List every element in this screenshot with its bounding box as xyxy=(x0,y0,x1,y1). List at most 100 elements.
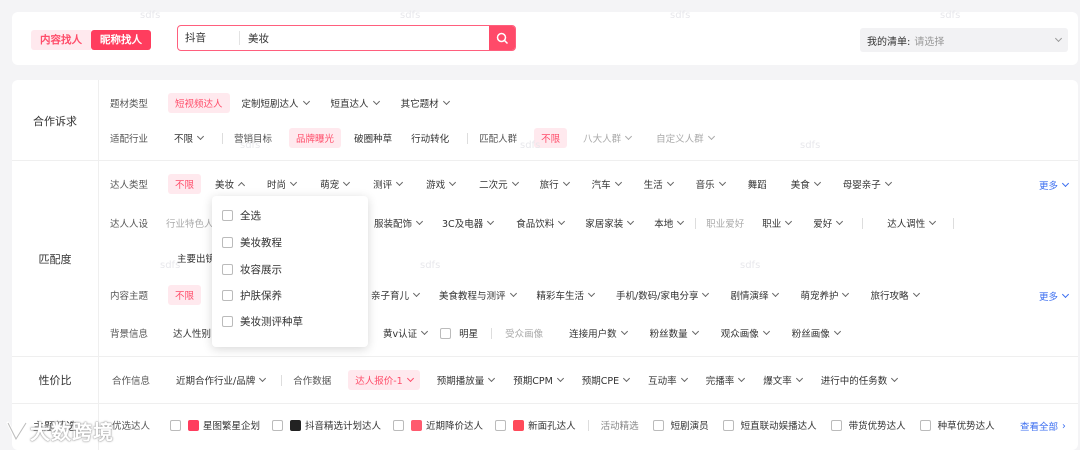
content-travel[interactable]: 旅行攻略 xyxy=(870,285,920,305)
type-auto[interactable]: 汽车 xyxy=(592,174,622,194)
theme-checkbox[interactable] xyxy=(170,419,182,431)
my-list-select[interactable]: 我的清单: 请选择 xyxy=(860,28,1068,52)
persona-tone[interactable]: 达人调性 xyxy=(887,213,937,233)
dropdown-option[interactable]: 美妆教程 xyxy=(222,235,282,250)
view-all-link[interactable]: 查看全部 › xyxy=(1020,419,1066,434)
platform-select[interactable]: 抖音 xyxy=(178,31,240,45)
persona-job[interactable]: 职业 xyxy=(762,213,793,233)
background-row-cont: 黄v认证 明星 受众画像 连接用户数 粉丝数量 观众画像 粉丝画像 xyxy=(383,323,841,343)
coop-expected-plays[interactable]: 预期播放量 xyxy=(437,370,496,390)
content-more-button[interactable]: 更多 xyxy=(1039,289,1070,303)
coop-completion[interactable]: 完播率 xyxy=(706,370,746,390)
activity-checkbox[interactable] xyxy=(919,419,931,431)
coop-cpe-label: 预期CPE xyxy=(581,376,620,387)
type-music[interactable]: 音乐 xyxy=(696,174,726,194)
type-review[interactable]: 测评 xyxy=(373,174,404,194)
chevron-down-icon xyxy=(680,374,688,383)
topic-short-live[interactable]: 短直达人 xyxy=(330,93,380,113)
bg-star-checkbox[interactable] xyxy=(440,327,452,339)
type-fashion[interactable]: 时尚 xyxy=(267,174,298,194)
coop-engagement[interactable]: 互动率 xyxy=(648,370,688,390)
type-travel[interactable]: 旅行 xyxy=(540,174,570,194)
type-beauty[interactable]: 美妆 xyxy=(215,174,246,194)
option-checkbox[interactable] xyxy=(222,290,233,301)
bg-verified[interactable]: 黄v认证 xyxy=(383,323,429,343)
activity-checkbox[interactable] xyxy=(722,419,734,431)
coop-viral[interactable]: 爆文率 xyxy=(763,370,803,390)
goal-brand-exposure[interactable]: 品牌曝光 xyxy=(289,128,342,148)
logo-icon xyxy=(6,421,28,442)
type-parenting[interactable]: 母婴亲子 xyxy=(843,174,892,194)
option-checkbox[interactable] xyxy=(222,210,233,221)
theme-checkbox[interactable] xyxy=(272,419,284,431)
persona-home[interactable]: 家居家装 xyxy=(585,213,635,233)
content-unlimited[interactable]: 不限 xyxy=(168,285,202,305)
coop-cpm[interactable]: 预期CPM xyxy=(513,370,564,390)
content-drama[interactable]: 剧情演绎 xyxy=(730,285,780,305)
dropdown-option[interactable]: 妆容展示 xyxy=(222,262,282,277)
section-divider xyxy=(12,160,1078,161)
theme-checkbox[interactable] xyxy=(495,419,507,431)
type-food-label: 美食 xyxy=(790,180,810,191)
crowd-eight[interactable]: 八大人群 xyxy=(583,128,633,148)
persona-main-appearance[interactable]: 主要出镜 xyxy=(177,248,215,268)
persona-3c[interactable]: 3C及电器 xyxy=(442,213,495,233)
search-icon xyxy=(496,32,508,44)
star-plan-icon xyxy=(188,419,200,431)
topic-other[interactable]: 其它题材 xyxy=(401,93,450,113)
type-dance[interactable]: 舞蹈 xyxy=(748,174,767,194)
type-life[interactable]: 生活 xyxy=(644,174,674,194)
persona-hobby[interactable]: 爱好 xyxy=(813,213,844,233)
tab-nickname-search[interactable]: 昵称找人 xyxy=(91,30,151,50)
coop-cpe[interactable]: 预期CPE xyxy=(581,370,631,390)
type-game[interactable]: 游戏 xyxy=(426,174,457,194)
type-more-button[interactable]: 更多 xyxy=(1039,178,1070,192)
type-pet[interactable]: 萌宠 xyxy=(320,174,351,194)
industry-label: 适配行业 xyxy=(110,134,149,145)
content-parenting[interactable]: 亲子育儿 xyxy=(371,285,421,305)
activity-checkbox[interactable] xyxy=(652,419,664,431)
topic-custom-drama[interactable]: 定制短剧达人 xyxy=(242,93,310,113)
goal-conversion[interactable]: 行动转化 xyxy=(411,128,449,148)
chevron-down-icon xyxy=(891,374,899,383)
bg-connected-users[interactable]: 连接用户数 xyxy=(569,323,628,343)
tab-content-search[interactable]: 内容找人 xyxy=(31,30,91,50)
chevron-down-icon xyxy=(707,132,715,141)
persona-industry[interactable]: 行业特色人 xyxy=(166,213,214,233)
dropdown-option[interactable]: 护肤保养 xyxy=(222,288,282,303)
persona-local[interactable]: 本地 xyxy=(654,213,685,233)
coop-recent-brand[interactable]: 近期合作行业/品牌 xyxy=(176,370,267,390)
theme-checkbox[interactable] xyxy=(393,419,405,431)
option-checkbox[interactable] xyxy=(222,264,233,275)
search-button[interactable] xyxy=(489,26,515,50)
section-match: 匹配度 xyxy=(38,253,72,266)
bg-fans-count[interactable]: 粉丝数量 xyxy=(650,323,699,343)
persona-food[interactable]: 食品饮料 xyxy=(516,213,566,233)
dropdown-option[interactable]: 全选 xyxy=(222,208,261,223)
type-food[interactable]: 美食 xyxy=(790,174,821,194)
content-pet-care[interactable]: 萌宠养护 xyxy=(800,285,850,305)
industry-select[interactable]: 不限 xyxy=(174,128,205,148)
content-digital[interactable]: 手机/数码/家电分享 xyxy=(616,285,710,305)
topic-short-video[interactable]: 短视频达人 xyxy=(168,93,230,113)
watermark: sdfs xyxy=(520,140,541,151)
goal-grass[interactable]: 破圈种草 xyxy=(354,128,392,148)
bg-fan-profile[interactable]: 粉丝画像 xyxy=(792,323,841,343)
dropdown-option[interactable]: 美妆测评种草 xyxy=(222,314,303,329)
content-car-life[interactable]: 精彩车生活 xyxy=(537,285,596,305)
coop-tasks[interactable]: 进行中的任务数 xyxy=(821,370,899,390)
activity-checkbox[interactable] xyxy=(830,419,842,431)
coop-quote[interactable]: 达人报价-1 xyxy=(348,370,420,390)
chevron-down-icon xyxy=(488,374,496,383)
crowd-custom[interactable]: 自定义人群 xyxy=(656,128,715,148)
bg-viewer-profile[interactable]: 观众画像 xyxy=(721,323,770,343)
topic-short-live-label: 短直达人 xyxy=(330,99,369,110)
content-food-review[interactable]: 美食教程与测评 xyxy=(439,285,517,305)
option-checkbox[interactable] xyxy=(222,237,233,248)
type-unlimited[interactable]: 不限 xyxy=(168,174,202,194)
search-input[interactable]: 美妆 xyxy=(240,31,489,46)
bg-gender[interactable]: 达人性别 xyxy=(173,323,211,343)
option-checkbox[interactable] xyxy=(222,316,233,327)
type-acg[interactable]: 二次元 xyxy=(479,174,519,194)
persona-apparel[interactable]: 服装配饰 xyxy=(374,213,424,233)
